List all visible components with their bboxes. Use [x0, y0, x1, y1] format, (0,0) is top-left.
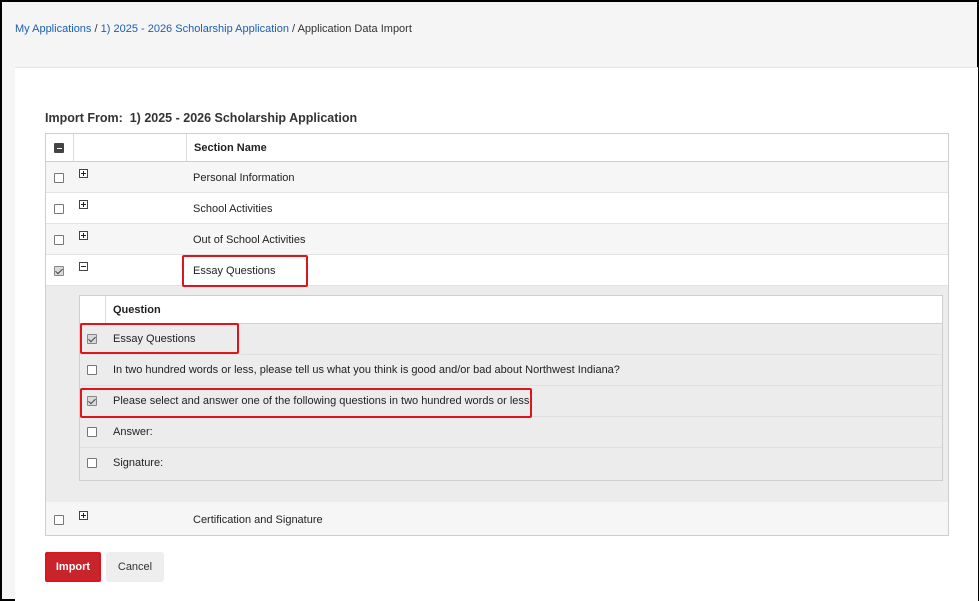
question-label: Signature:	[113, 457, 164, 469]
collapse-minus-icon[interactable]	[79, 262, 88, 271]
breadcrumb-scholarship-application[interactable]: 1) 2025 - 2026 Scholarship Application	[101, 23, 289, 35]
question-checkbox[interactable]	[87, 458, 97, 468]
section-row-school-activities: School Activities	[46, 193, 948, 224]
section-checkbox[interactable]	[54, 235, 64, 245]
import-from-value: 1) 2025 - 2026 Scholarship Application	[129, 111, 358, 125]
section-checkbox[interactable]	[54, 204, 64, 214]
expand-plus-icon[interactable]	[79, 200, 88, 209]
section-row-out-of-school-activities: Out of School Activities	[46, 224, 948, 255]
section-row-personal-information: Personal Information	[46, 162, 948, 193]
breadcrumb-current: Application Data Import	[297, 23, 412, 35]
question-checkbox[interactable]	[87, 427, 97, 437]
breadcrumb: My Applications / 1) 2025 - 2026 Scholar…	[15, 23, 412, 35]
app-frame: My Applications / 1) 2025 - 2026 Scholar…	[0, 0, 979, 601]
import-from-label: Import From:	[45, 111, 123, 125]
expand-plus-icon[interactable]	[79, 169, 88, 178]
highlight-box	[182, 255, 308, 287]
section-checkbox[interactable]	[54, 266, 64, 276]
highlight-box	[80, 323, 239, 354]
question-label: In two hundred words or less, please tel…	[113, 364, 620, 376]
section-name-header: Section Name	[194, 142, 267, 154]
question-row: In two hundred words or less, please tel…	[80, 355, 942, 386]
section-label: Certification and Signature	[193, 514, 323, 526]
highlight-box	[80, 388, 532, 418]
section-label: School Activities	[193, 203, 273, 215]
breadcrumb-my-applications[interactable]: My Applications	[15, 23, 91, 35]
column-divider	[105, 296, 106, 323]
select-all-checkbox[interactable]	[54, 143, 64, 153]
import-from-title: Import From: 1) 2025 - 2026 Scholarship …	[45, 111, 357, 125]
breadcrumb-separator: /	[94, 23, 98, 35]
question-header: Question	[113, 304, 161, 316]
section-label: Out of School Activities	[193, 234, 306, 246]
sections-header-row: Section Name	[46, 134, 948, 162]
question-row: Signature:	[80, 448, 942, 479]
questions-header-row: Question	[80, 296, 942, 324]
question-checkbox[interactable]	[87, 365, 97, 375]
cancel-button[interactable]: Cancel	[106, 552, 164, 582]
question-row: Answer:	[80, 417, 942, 448]
column-divider	[73, 134, 74, 161]
section-checkbox[interactable]	[54, 173, 64, 183]
import-button[interactable]: Import	[45, 552, 101, 582]
section-checkbox[interactable]	[54, 515, 64, 525]
breadcrumb-separator: /	[292, 23, 296, 35]
column-divider	[186, 134, 187, 161]
expand-plus-icon[interactable]	[79, 511, 88, 520]
expand-plus-icon[interactable]	[79, 231, 88, 240]
question-label: Answer:	[113, 426, 153, 438]
section-label: Personal Information	[193, 172, 295, 184]
section-row-certification-and-signature: Certification and Signature	[46, 502, 948, 535]
